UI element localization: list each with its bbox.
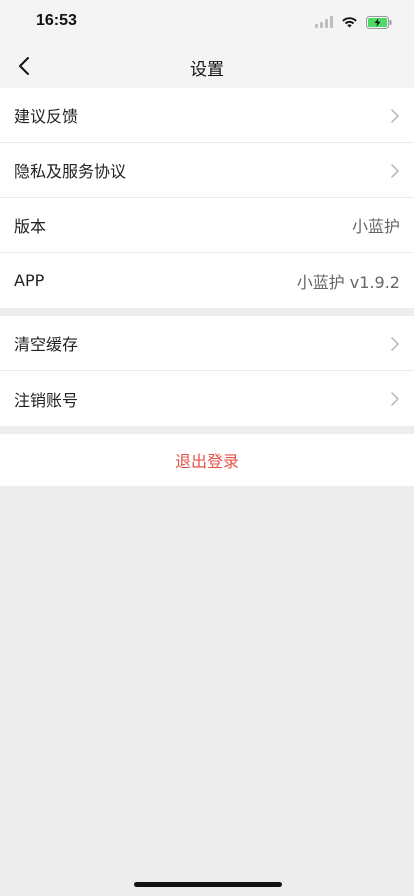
chevron-right-icon [391,109,399,123]
chevron-right-icon [391,164,399,178]
row-value: 小蓝护 [351,217,400,236]
status-bar: 16:53 [0,0,414,44]
row-label: 版本 [14,217,47,236]
row-feedback[interactable]: 建议反馈 [0,88,414,143]
home-indicator [134,882,282,887]
signal-icon [315,16,333,28]
row-clear-cache[interactable]: 清空缓存 [0,316,414,371]
row-delete-account[interactable]: 注销账号 [0,371,414,426]
chevron-right-icon [391,392,399,406]
settings-group-account: 清空缓存 注销账号 [0,316,414,426]
row-label: 隐私及服务协议 [14,162,127,181]
nav-bar: 设置 [0,44,414,88]
row-value: 小蓝护 v1.9.2 [296,272,400,292]
row-version: 版本 小蓝护 [0,198,414,253]
row-privacy-agreement[interactable]: 隐私及服务协议 [0,143,414,198]
logout-button[interactable]: 退出登录 [0,434,414,486]
page-title: 设置 [190,60,224,80]
row-label: APP [14,271,45,290]
battery-charging-icon [366,15,392,29]
status-icons [315,14,392,30]
settings-group-general: 建议反馈 隐私及服务协议 版本 小蓝护 APP 小蓝护 v1.9.2 [0,88,414,308]
row-label: 注销账号 [14,390,79,410]
wifi-icon [342,17,357,28]
chevron-right-icon [391,337,399,351]
status-time: 16:53 [36,12,77,29]
row-label: 建议反馈 [14,107,79,126]
row-app: APP 小蓝护 v1.9.2 [0,253,414,308]
row-label: 清空缓存 [14,335,79,354]
